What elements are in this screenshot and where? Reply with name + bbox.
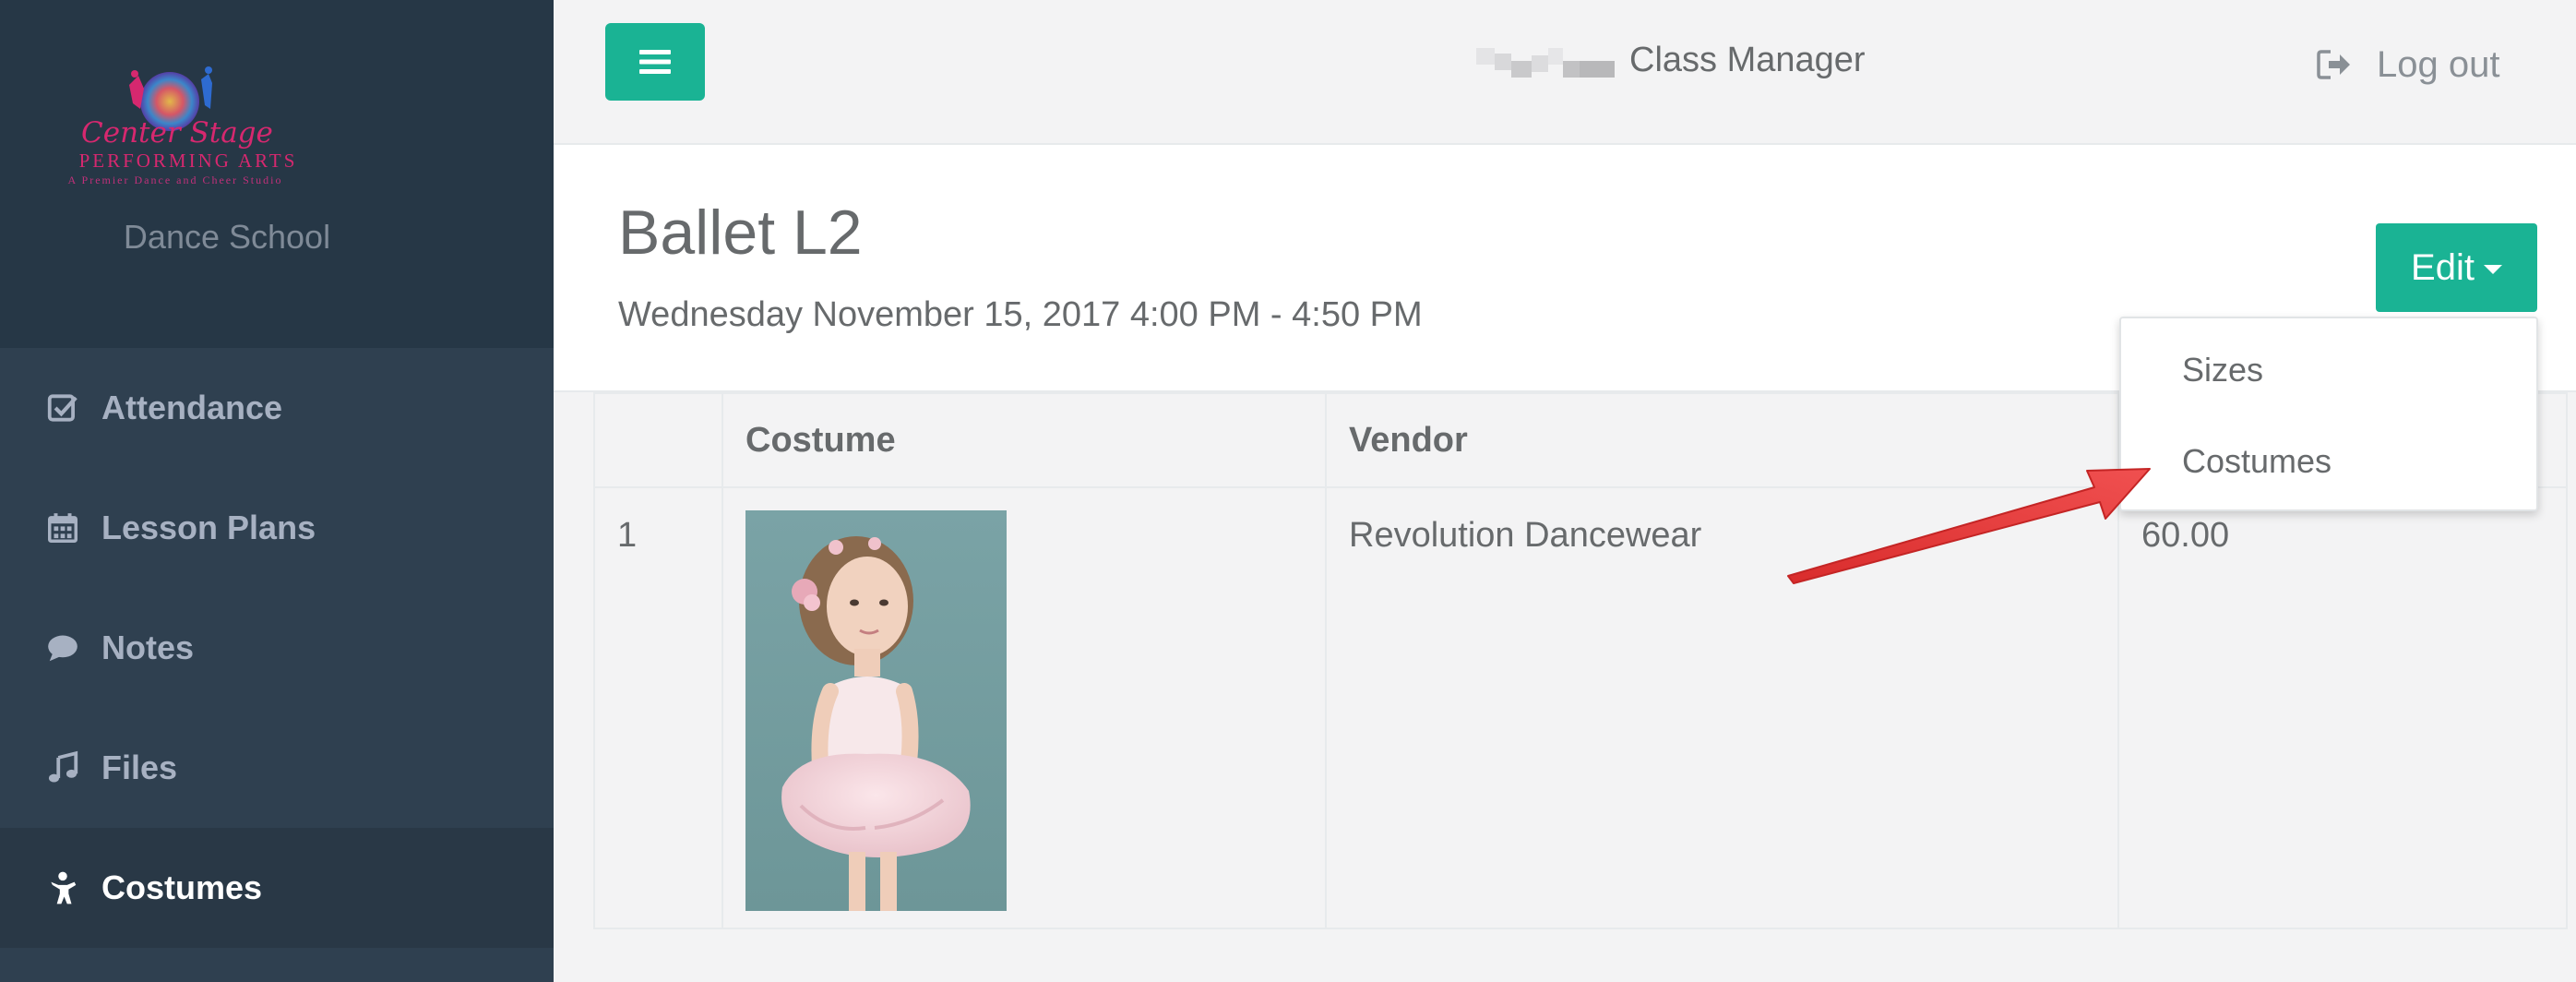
child-icon xyxy=(44,869,81,906)
edit-dropdown-menu: Sizes Costumes xyxy=(2119,317,2538,511)
sidebar-item-label: Lesson Plans xyxy=(101,509,316,546)
menu-item-sizes[interactable]: Sizes xyxy=(2182,351,2263,389)
hamburger-icon xyxy=(639,50,671,74)
logo-subtitle: PERFORMING ARTS xyxy=(78,150,298,172)
school-logo: Center Stage PERFORMING ARTS A Premier D… xyxy=(46,66,304,196)
sidebar-item-notes[interactable]: Notes xyxy=(0,588,554,708)
column-header-index xyxy=(593,392,723,488)
sidebar-item-label: Attendance xyxy=(101,389,283,426)
table-row[interactable]: 1 Revolution Dancewear 60.00 xyxy=(593,486,2568,929)
app-title: Class Manager xyxy=(1629,41,1866,79)
logo-title: Center Stage xyxy=(81,116,273,150)
logo-tagline: A Premier Dance and Cheer Studio xyxy=(67,174,283,186)
redacted-name xyxy=(1476,44,1615,81)
sign-out-icon xyxy=(2317,50,2350,79)
column-header-vendor: Vendor xyxy=(1325,392,2119,488)
music-icon xyxy=(44,749,81,786)
sidebar-item-label: Files xyxy=(101,748,178,786)
sidebar-item-costumes[interactable]: Costumes xyxy=(0,828,554,948)
calendar-icon xyxy=(44,509,81,546)
sidebar-item-label: Notes xyxy=(101,629,195,666)
caret-down-icon xyxy=(2483,265,2502,274)
logout-label: Log out xyxy=(2377,43,2500,85)
row-index: 1 xyxy=(593,486,723,929)
sidebar: Center Stage PERFORMING ARTS A Premier D… xyxy=(0,0,554,982)
top-navbar: Class Manager Log out xyxy=(554,0,2576,145)
sidebar-header: Center Stage PERFORMING ARTS A Premier D… xyxy=(0,0,554,348)
check-square-icon xyxy=(44,389,81,426)
row-vendor: Revolution Dancewear xyxy=(1325,486,2119,929)
page-title: Ballet L2 xyxy=(618,198,863,268)
class-schedule: Wednesday November 15, 2017 4:00 PM - 4:… xyxy=(618,295,1423,334)
logout-link[interactable]: Log out xyxy=(2316,37,2499,92)
menu-item-costumes[interactable]: Costumes xyxy=(2182,442,2332,481)
sidebar-item-files[interactable]: Files xyxy=(0,708,554,828)
sidebar-item-label: Costumes xyxy=(101,868,263,906)
sidebar-item-attendance[interactable]: Attendance xyxy=(0,348,554,468)
comment-icon xyxy=(44,629,81,666)
row-price: 60.00 xyxy=(2117,486,2568,929)
costume-image-cell xyxy=(722,486,1327,929)
column-header-costume: Costume xyxy=(722,392,1327,488)
costume-photo[interactable] xyxy=(745,510,1007,911)
edit-dropdown-button[interactable]: Edit xyxy=(2376,223,2537,312)
edit-button-label: Edit xyxy=(2411,246,2475,288)
sidebar-nav: Attendance Lesson Plans Notes Files Cost… xyxy=(0,348,554,948)
school-name: Dance School xyxy=(123,218,331,256)
menu-toggle-button[interactable] xyxy=(605,23,705,101)
sidebar-item-lesson-plans[interactable]: Lesson Plans xyxy=(0,468,554,588)
